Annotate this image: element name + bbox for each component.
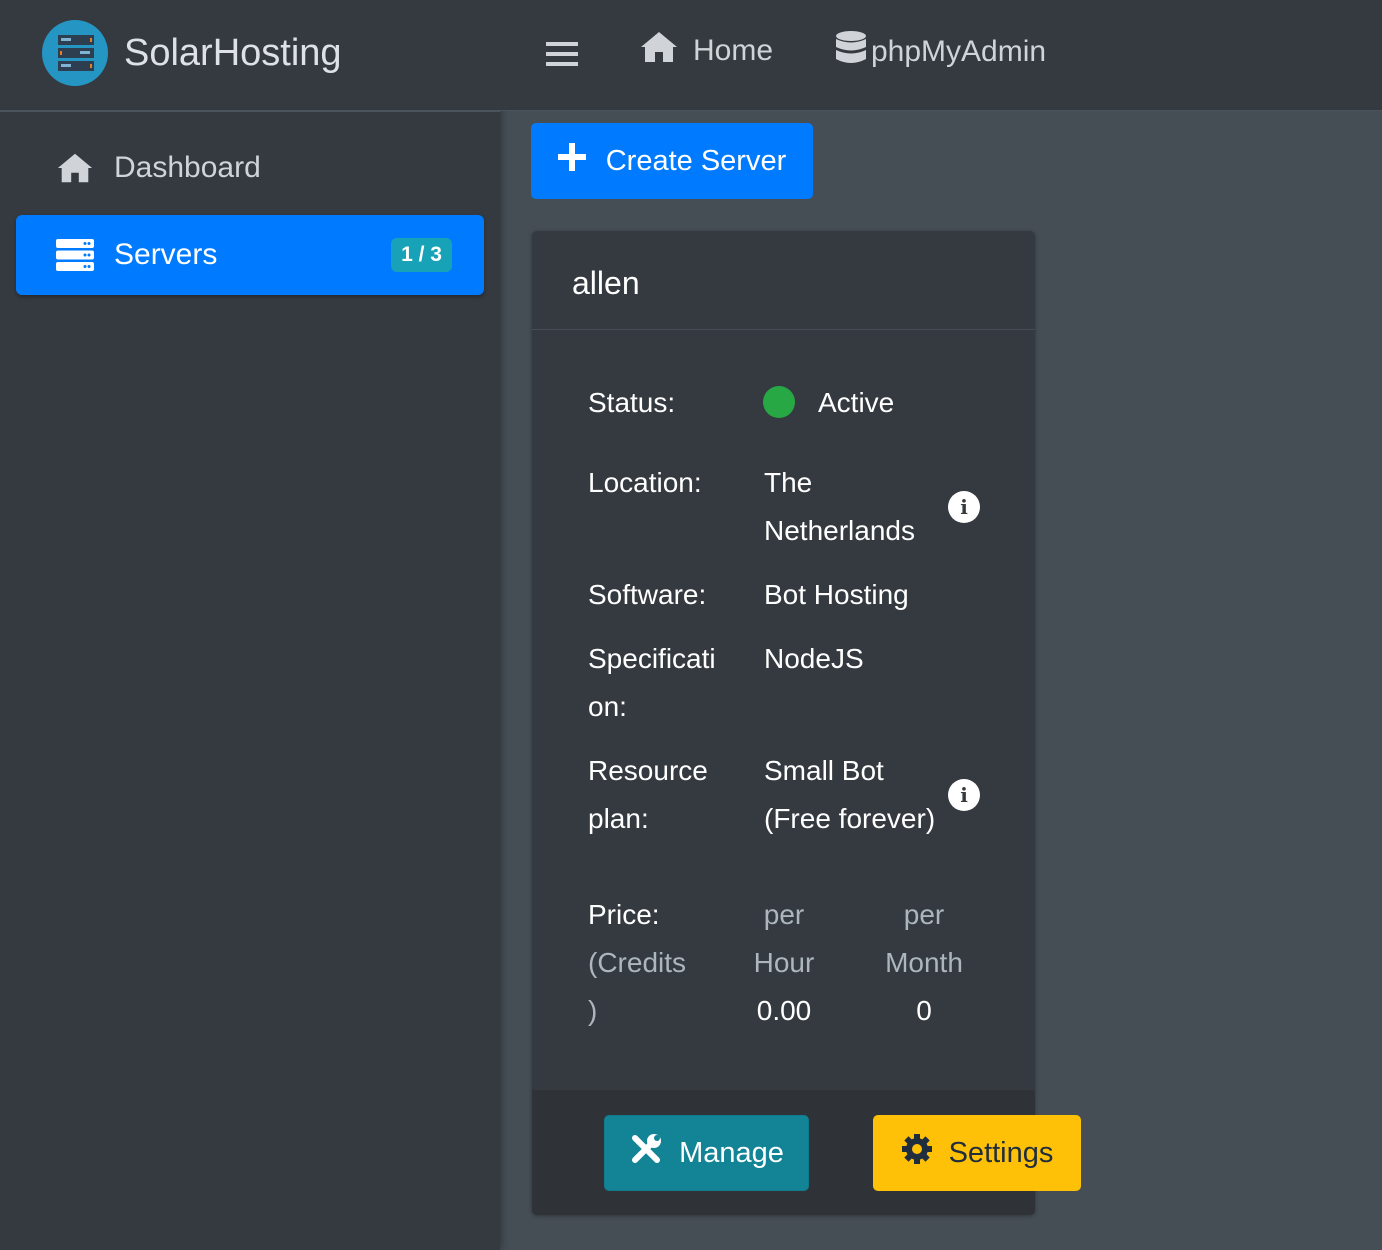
per-hour-header: Hour: [753, 947, 815, 978]
sidebar-item-dashboard[interactable]: Dashboard: [16, 128, 484, 208]
specification-value: NodeJS: [764, 643, 864, 674]
gear-icon: [901, 1133, 933, 1173]
brand[interactable]: SolarHosting: [0, 0, 500, 112]
create-server-label: Create Server: [605, 144, 787, 177]
server-count-badge: 1 / 3: [391, 238, 452, 272]
plan-value: Small Bot: [764, 755, 884, 786]
plan-label: plan:: [588, 803, 649, 834]
sidebar: SolarHosting Dashboard Servers 1 / 3: [0, 0, 500, 1250]
home-icon: [639, 30, 679, 72]
menu-toggle-icon[interactable]: [546, 40, 578, 73]
status-label: Status:: [588, 387, 676, 418]
location-value: Netherlands: [764, 515, 915, 546]
create-server-button[interactable]: Create Server: [531, 123, 813, 199]
settings-button[interactable]: Settings: [873, 1115, 1081, 1191]
plan-info-icon[interactable]: i: [948, 779, 980, 811]
specification-label: on:: [588, 691, 627, 722]
price-per-month: 0: [916, 995, 932, 1026]
plan-value: (Free forever): [764, 803, 936, 834]
brand-name: SolarHosting: [124, 32, 342, 74]
price-unit: ): [588, 995, 598, 1026]
manage-label: Manage: [679, 1136, 784, 1169]
sidebar-item-label: Servers: [114, 238, 218, 271]
nav-phpmyadmin-link[interactable]: phpMyAdmin: [835, 30, 1046, 74]
status-indicator-icon: [763, 386, 795, 418]
database-icon: [835, 30, 867, 74]
per-month-header: Month: [885, 947, 963, 978]
server-name: allen: [532, 231, 1035, 330]
location-label: Location:: [588, 467, 702, 498]
specification-label: Specificati: [588, 643, 716, 674]
manage-button[interactable]: Manage: [604, 1115, 809, 1191]
software-value: Bot Hosting: [764, 579, 909, 610]
nav-home-label: Home: [693, 34, 774, 67]
sidebar-item-label: Dashboard: [114, 151, 261, 184]
tools-icon: [629, 1132, 663, 1174]
plus-icon: [557, 143, 586, 179]
nav-phpmyadmin-label: phpMyAdmin: [871, 35, 1047, 68]
price-per-hour: 0.00: [756, 995, 812, 1026]
nav-home-link[interactable]: Home: [639, 30, 773, 72]
logo-icon: [42, 20, 108, 86]
server-icon: [56, 239, 94, 271]
plan-label: Resource: [588, 755, 708, 786]
per-hour-header: per: [763, 899, 805, 930]
sidebar-item-servers[interactable]: Servers 1 / 3: [16, 215, 484, 295]
topbar: Home phpMyAdmin: [500, 0, 1382, 111]
per-month-header: per: [903, 899, 945, 930]
software-label: Software:: [588, 579, 707, 610]
location-value: The: [764, 467, 813, 498]
server-card: allen Status: Active Location: The Nethe…: [532, 231, 1035, 1215]
status-value: Active: [818, 387, 895, 418]
price-label: Price:: [588, 899, 660, 930]
home-icon: [56, 151, 94, 185]
location-info-icon[interactable]: i: [948, 491, 980, 523]
price-unit: (Credits: [588, 947, 687, 978]
settings-label: Settings: [948, 1136, 1054, 1169]
